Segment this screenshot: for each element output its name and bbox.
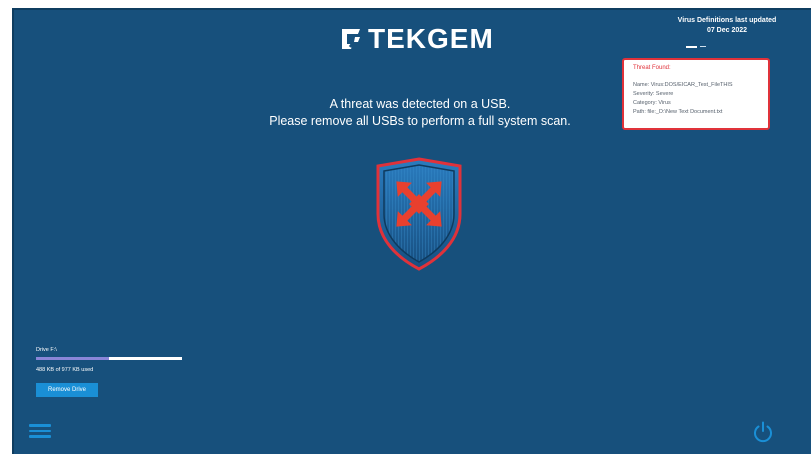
minimize-icon[interactable] [686, 46, 697, 48]
tekgem-logo-icon [342, 29, 364, 49]
threat-name: Name: Virus:DOS/EICAR_Test_FileTHIS [633, 82, 733, 88]
threat-title: Threat Found: [633, 65, 671, 71]
threat-severity: Severity: Severe [633, 91, 674, 97]
brand-name: TEKGEM [368, 23, 494, 54]
drive-label: Drive F:\ [36, 347, 57, 353]
definitions-date: 07 Dec 2022 [706, 27, 748, 34]
definitions-label: Virus Definitions last updated [677, 17, 777, 24]
remove-drive-button[interactable]: Remove Drive [36, 383, 98, 397]
threat-shield-icon [376, 157, 462, 271]
brand-logo: TEKGEM [338, 23, 494, 54]
threat-message: A threat was detected on a USB. Please r… [240, 96, 600, 129]
window-controls[interactable] [686, 46, 706, 48]
message-line-2: Please remove all USBs to perform a full… [269, 113, 571, 128]
threat-found-card: Threat Found: Name: Virus:DOS/EICAR_Test… [622, 58, 770, 130]
drive-usage-fill [36, 357, 109, 360]
threat-category: Category: Virus [633, 100, 671, 106]
message-line-1: A threat was detected on a USB. [329, 97, 511, 111]
drive-usage-bar [36, 357, 182, 360]
dash-icon [700, 46, 706, 48]
hamburger-menu-icon[interactable] [29, 424, 51, 440]
drive-usage-text: 488 KB of 977 KB used [36, 367, 94, 373]
threat-path: Path: file:_D:\New Text Document.txt [633, 109, 723, 115]
definitions-status: Virus Definitions last updated 07 Dec 20… [667, 16, 787, 36]
app-window: TEKGEM Virus Definitions last updated 07… [0, 0, 811, 454]
power-icon[interactable] [752, 421, 774, 443]
